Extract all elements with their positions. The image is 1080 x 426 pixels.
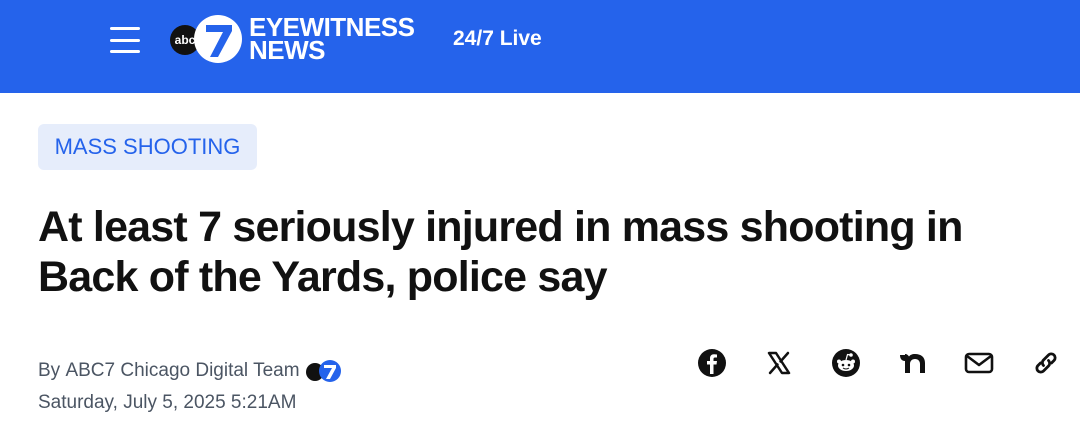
byline-prefix: By: [38, 360, 66, 381]
article-headline: At least 7 seriously injured in mass sho…: [38, 203, 963, 301]
share-reddit-button[interactable]: [828, 345, 864, 381]
byline: By ABC7 Chicago Digital Team: [38, 359, 342, 383]
nextdoor-icon: [900, 354, 925, 373]
email-icon: [964, 352, 994, 374]
x-icon: [767, 351, 791, 375]
hamburger-line: [110, 50, 140, 53]
share-facebook-button[interactable]: [694, 345, 730, 381]
publish-date: Saturday, July 5, 2025 5:21AM: [38, 392, 297, 413]
share-x-button[interactable]: [761, 345, 797, 381]
logo-wordmark: EYEWITNESS NEWS: [249, 14, 415, 65]
share-nextdoor-button[interactable]: [895, 345, 931, 381]
hamburger-line: [110, 38, 140, 42]
abc7-logo-icon: abc: [170, 15, 242, 63]
top-navigation-bar: abc EYEWITNESS NEWS 24/7 Live: [0, 0, 1080, 93]
copy-link-button[interactable]: [1028, 345, 1064, 381]
eyewitness-news-logo[interactable]: abc EYEWITNESS NEWS: [168, 11, 424, 67]
live-stream-link[interactable]: 24/7 Live: [453, 27, 542, 51]
link-icon: [1035, 352, 1057, 374]
category-tag[interactable]: MASS SHOOTING: [38, 124, 257, 170]
logo-line-news: NEWS: [249, 35, 326, 65]
facebook-icon: [698, 349, 726, 377]
abc7-badge-icon: [305, 360, 341, 382]
author-link[interactable]: ABC7 Chicago Digital Team: [65, 360, 299, 382]
hamburger-line: [110, 27, 140, 30]
reddit-icon: [832, 349, 860, 377]
menu-button[interactable]: [108, 23, 142, 57]
abc-logo-text: abc: [175, 33, 196, 47]
share-email-button[interactable]: [961, 345, 997, 381]
